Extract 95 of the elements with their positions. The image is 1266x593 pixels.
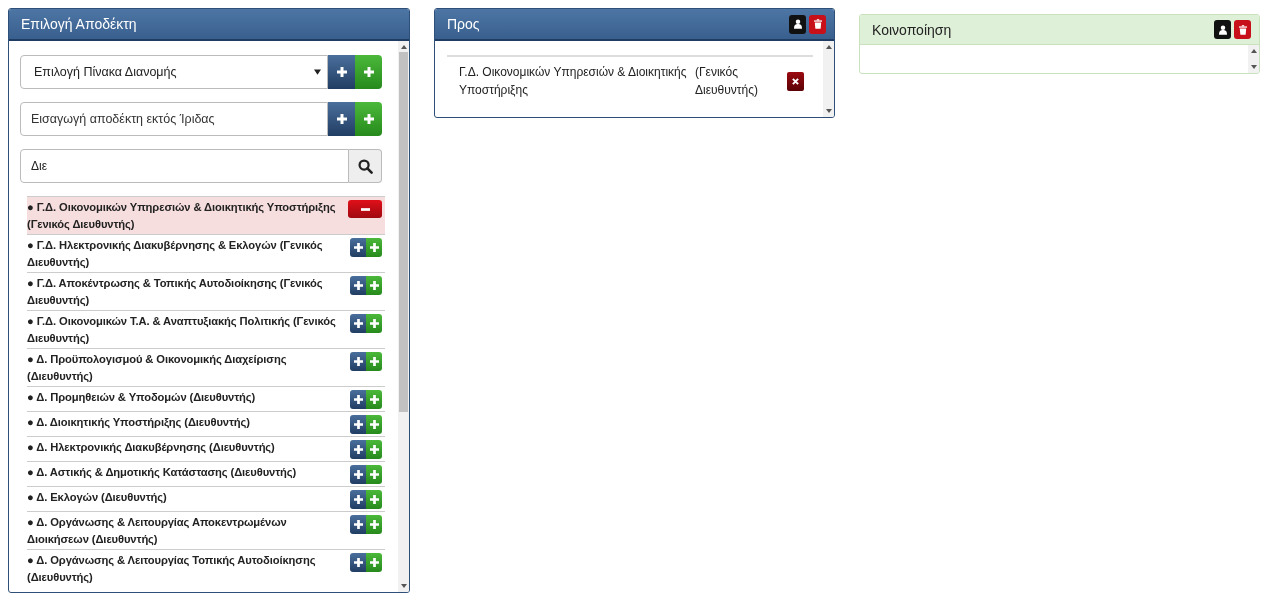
- close-icon: [792, 77, 799, 85]
- recipient-item[interactable]: ● Δ. Αστικής & Δημοτικής Κατάστασης (Διευθυντής): [27, 461, 385, 486]
- plus-icon: [369, 357, 379, 366]
- recipient-item[interactable]: ● Γ.Δ. Οικονομικών Τ.Α. & Αναπτυξιακής Πολιτικής (Γενικός Διευθυντής): [27, 310, 385, 348]
- add-button[interactable]: [350, 415, 366, 434]
- recipient-name: ● Δ. Προμηθειών & Υποδομών (Διευθυντής): [27, 390, 257, 405]
- plus-icon: [353, 281, 363, 290]
- plus-icon: [369, 520, 379, 529]
- plus-icon: [353, 395, 363, 404]
- plus-icon: [353, 445, 363, 454]
- plus-icon: [336, 114, 347, 124]
- add-button[interactable]: [350, 276, 366, 295]
- panel-title: Προς: [447, 16, 480, 32]
- recipient-item[interactable]: ● Δ. Διοικητικής Υποστήριξης (Διευθυντής): [27, 411, 385, 436]
- distribution-select[interactable]: Επιλογή Πίνακα Διανομής: [20, 55, 328, 89]
- arrow-up-icon[interactable]: [1250, 49, 1257, 53]
- panel-title: Επιλογή Αποδέκτη: [21, 16, 137, 32]
- add-button[interactable]: [350, 440, 366, 459]
- recipient-name: ● Δ. Ηλεκτρονικής Διακυβέρνησης (Διευθυντής): [27, 440, 276, 455]
- plus-icon: [369, 470, 379, 479]
- recipient-item[interactable]: ● Δ. Προμηθειών & Υποδομών (Διευθυντής): [27, 386, 385, 411]
- recipient-item[interactable]: ● Γ.Δ. Οικονομικών Υπηρεσιών & Διοικητικής Υποστήριξης (Γενικός Διευθυντής): [27, 196, 385, 234]
- recipient-name: ● Γ.Δ. Οικονομικών Τ.Α. & Αναπτυξιακής Πολιτικής (Γενικός Διευθυντής): [27, 314, 337, 346]
- recipient-name: ● Δ. Αστικής & Δημοτικής Κατάστασης (Διευθυντής): [27, 465, 298, 480]
- arrow-up-icon[interactable]: [400, 45, 407, 49]
- add-button[interactable]: [350, 465, 366, 484]
- plus-icon: [363, 114, 374, 124]
- plus-icon: [369, 243, 379, 252]
- add-button[interactable]: [350, 490, 366, 509]
- remove-button[interactable]: [348, 200, 382, 218]
- recipient-name: ● Γ.Δ. Οικονομικών Υπηρεσιών & Διοικητικής Υποστήριξης (Γενικός Διευθυντής): [27, 200, 337, 232]
- add-button[interactable]: [350, 515, 366, 534]
- recipient-name: ● Δ. Εκλογών (Διευθυντής): [27, 490, 168, 505]
- add-button[interactable]: [350, 314, 366, 333]
- add-button[interactable]: [328, 55, 355, 89]
- delete-button[interactable]: [1234, 20, 1251, 39]
- search-field[interactable]: Διε: [20, 149, 349, 183]
- plus-icon: [353, 243, 363, 252]
- recipient-item[interactable]: ● Γ.Δ. Αποκέντρωσης & Τοπικής Αυτοδιοίκησης (Γενικός Διευθυντής): [27, 272, 385, 310]
- add-button[interactable]: [350, 390, 366, 409]
- recipient-item[interactable]: ● Δ. Ηλεκτρονικής Διακυβέρνησης (Διευθυντής): [27, 436, 385, 461]
- recipient-item[interactable]: ● Δ. Προϋπολογισμού & Οικονομικής Διαχείρισης (Διευθυντής): [27, 348, 385, 386]
- plus-icon: [369, 495, 379, 504]
- delete-button[interactable]: [809, 14, 826, 34]
- remove-button[interactable]: [787, 71, 804, 91]
- person-icon: [793, 19, 802, 29]
- plus-icon: [369, 281, 379, 290]
- arrow-up-icon[interactable]: [825, 45, 832, 49]
- recipient-name: ● Γ.Δ. Αποκέντρωσης & Τοπικής Αυτοδιοίκησης (Γενικός Διευθυντής): [27, 276, 324, 308]
- plus-icon: [336, 67, 347, 77]
- plus-icon: [353, 420, 363, 429]
- trash-icon: [813, 19, 822, 29]
- plus-icon: [369, 558, 379, 567]
- plus-icon: [369, 420, 379, 429]
- recipient-name: ● Δ. Οργάνωσης & Λειτουργίας Τοπικής Αυτοδιοίκησης (Διευθυντής): [27, 553, 317, 585]
- recipient-item[interactable]: ● Δ. Οργάνωσης & Λειτουργίας Τοπικής Αυτοδιοίκησης (Διευθυντής): [27, 549, 385, 587]
- add-button[interactable]: [350, 238, 366, 257]
- recipient-item[interactable]: ● Γ.Δ. Ηλεκτρονικής Διακυβέρνησης & Εκλογών (Γενικός Διευθυντής): [27, 234, 385, 272]
- plus-icon: [353, 319, 363, 328]
- add-button[interactable]: [328, 102, 355, 136]
- search-icon: [357, 158, 373, 174]
- arrow-down-icon[interactable]: [1250, 65, 1257, 69]
- add-button[interactable]: [350, 553, 366, 572]
- panel-title: Κοινοποίηση: [872, 21, 952, 38]
- person-button[interactable]: [789, 14, 806, 34]
- recipient-name: ● Δ. Οργάνωσης & Λειτουργίας Αποκεντρωμένων Διοικήσεων (Διευθυντής): [27, 515, 288, 547]
- add-button[interactable]: [350, 352, 366, 371]
- plus-icon: [353, 520, 363, 529]
- plus-icon: [353, 357, 363, 366]
- plus-icon: [363, 67, 374, 77]
- plus-icon: [369, 319, 379, 328]
- plus-icon: [353, 558, 363, 567]
- search-button[interactable]: [349, 149, 382, 183]
- plus-icon: [353, 495, 363, 504]
- recipient-name: ● Γ.Δ. Ηλεκτρονικής Διακυβέρνησης & Εκλογών (Γενικός Διευθυντής): [27, 238, 324, 270]
- recipient-item[interactable]: ● Δ. Οργάνωσης & Λειτουργίας Αποκεντρωμένων Διοικήσεων (Διευθυντής): [27, 511, 385, 549]
- scrollbar[interactable]: [823, 41, 834, 117]
- recipient-role: (Γενικός Διευθυντής): [695, 64, 760, 99]
- arrow-down-icon[interactable]: [825, 109, 832, 113]
- person-icon: [1218, 24, 1227, 35]
- scrollbar[interactable]: [1248, 45, 1259, 73]
- plus-icon: [369, 395, 379, 404]
- recipient-name: ● Δ. Προϋπολογισμού & Οικονομικής Διαχείρισης (Διευθυντής): [27, 352, 288, 384]
- person-button[interactable]: [1214, 20, 1231, 39]
- trash-icon: [1238, 24, 1247, 35]
- recipient-input[interactable]: Εισαγωγή αποδέκτη εκτός Ίριδας: [20, 102, 328, 136]
- plus-icon: [369, 445, 379, 454]
- scrollbar[interactable]: [398, 41, 409, 592]
- arrow-down-icon[interactable]: [400, 584, 407, 588]
- plus-icon: [353, 470, 363, 479]
- recipient-name: ● Δ. Διοικητικής Υποστήριξης (Διευθυντής): [27, 415, 251, 430]
- caret-icon: [314, 69, 321, 75]
- minus-icon: [360, 207, 370, 211]
- recipient-item[interactable]: ● Δ. Εκλογών (Διευθυντής): [27, 486, 385, 511]
- recipient-name: Γ.Δ. Οικονομικών Υπηρεσιών & Διοικητικής Υποστήριξης: [459, 64, 688, 99]
